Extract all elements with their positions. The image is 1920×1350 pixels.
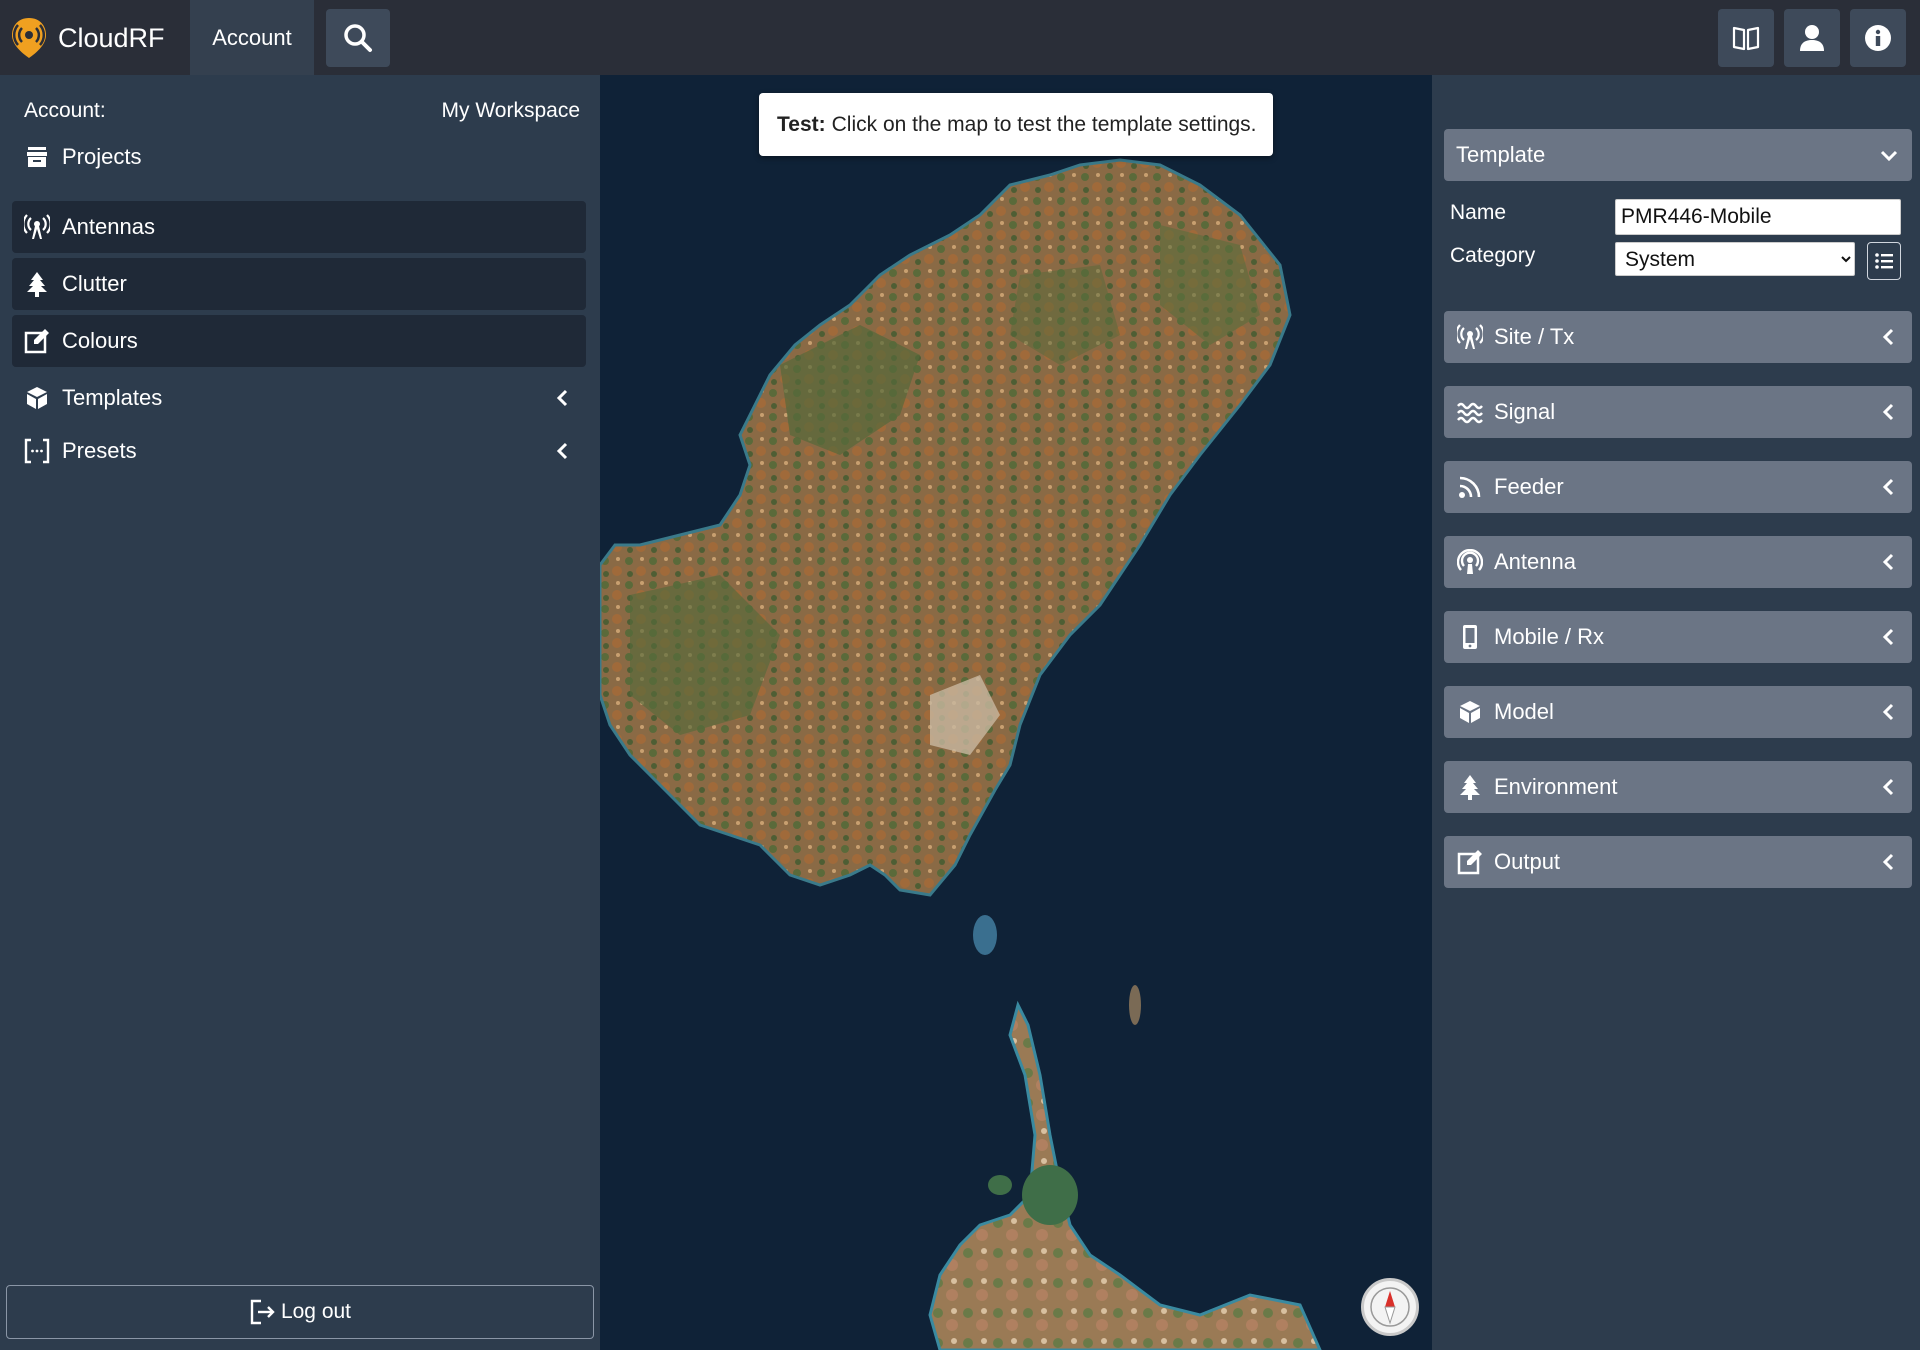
section-antenna[interactable]: Antenna <box>1444 536 1912 588</box>
section-label: Model <box>1494 699 1554 724</box>
edit-square-icon <box>1456 848 1484 876</box>
account-label: Account: <box>24 99 106 122</box>
category-select[interactable]: System <box>1615 242 1855 276</box>
nav-account[interactable]: Account <box>190 0 314 75</box>
info-icon <box>1865 25 1891 51</box>
section-label: Environment <box>1494 774 1618 799</box>
section-mobile-rx[interactable]: Mobile / Rx <box>1444 611 1912 663</box>
brand-name: CloudRF <box>58 22 165 53</box>
toast-title: Test: <box>777 112 826 136</box>
section-signal[interactable]: Signal <box>1444 386 1912 438</box>
sign-out-icon <box>250 1299 275 1325</box>
sidebar-item-label: Antennas <box>62 214 155 239</box>
section-output[interactable]: Output <box>1444 836 1912 888</box>
sidebar-item-label: Clutter <box>62 271 127 296</box>
section-environment[interactable]: Environment <box>1444 761 1912 813</box>
template-header-label: Template <box>1456 142 1546 167</box>
section-feeder[interactable]: Feeder <box>1444 461 1912 513</box>
cube-icon <box>1456 698 1484 726</box>
book-icon <box>1732 26 1760 51</box>
sidebar-item-colours[interactable]: Colours <box>12 315 586 367</box>
rss-icon <box>1456 473 1484 501</box>
chevron-left-icon <box>1882 628 1894 646</box>
sidebar-item-label: Presets <box>62 438 137 463</box>
category-list-button[interactable] <box>1867 242 1901 280</box>
chevron-left-icon <box>1882 778 1894 796</box>
name-label: Name <box>1450 201 1507 224</box>
brackets-icon <box>24 438 50 464</box>
cube-icon <box>24 385 50 411</box>
sidebar-item-projects[interactable]: Projects <box>12 131 586 183</box>
satellite-map-image <box>600 158 1322 1350</box>
toast-text: Click on the map to test the template se… <box>831 112 1257 136</box>
sidebar-item-templates[interactable]: Templates <box>12 372 586 424</box>
search-button[interactable] <box>326 9 390 67</box>
section-label: Mobile / Rx <box>1494 624 1605 649</box>
sidebar-item-clutter[interactable]: Clutter <box>12 258 586 310</box>
section-label: Feeder <box>1494 474 1564 499</box>
map-view[interactable]: Test: Click on the map to test the templ… <box>600 75 1432 1350</box>
compass-button[interactable] <box>1361 1278 1419 1336</box>
mobile-icon <box>1456 623 1484 651</box>
user-button[interactable] <box>1784 9 1840 67</box>
logout-button[interactable]: Log out <box>6 1285 594 1339</box>
chevron-left-icon <box>1882 403 1894 421</box>
top-navbar: CloudRF Account <box>0 0 1920 75</box>
user-icon <box>1800 25 1824 51</box>
compass-icon <box>1370 1287 1410 1327</box>
chevron-left-icon <box>556 442 568 460</box>
edit-square-icon <box>24 328 50 354</box>
section-model[interactable]: Model <box>1444 686 1912 738</box>
logout-label: Log out <box>280 1300 352 1323</box>
chevron-left-icon <box>1882 328 1894 346</box>
test-hint-toast: Test: Click on the map to test the templ… <box>759 93 1273 156</box>
section-label: Antenna <box>1494 549 1576 574</box>
search-icon <box>344 24 372 52</box>
podcast-icon <box>1456 548 1484 576</box>
brand[interactable]: CloudRF <box>10 18 165 58</box>
archive-icon <box>24 144 50 170</box>
section-label: Site / Tx <box>1494 324 1575 349</box>
chevron-left-icon <box>556 389 568 407</box>
sidebar-item-label: Projects <box>62 144 142 169</box>
left-sidebar: Account: My Workspace Projects Antennas … <box>0 75 600 1350</box>
chevron-left-icon <box>1882 853 1894 871</box>
category-label: Category <box>1450 244 1536 267</box>
water-waves-icon <box>1456 398 1484 426</box>
chevron-left-icon <box>1882 703 1894 721</box>
cloudrf-logo-icon <box>12 18 46 58</box>
tree-icon <box>24 271 50 297</box>
template-name-input[interactable] <box>1615 199 1901 235</box>
workspace-name[interactable]: My Workspace <box>442 99 580 123</box>
chevron-down-icon <box>1880 150 1898 162</box>
template-panel: Template Name Category System Site / Tx … <box>1432 75 1920 1350</box>
section-label: Signal <box>1494 399 1556 424</box>
section-site-tx[interactable]: Site / Tx <box>1444 311 1912 363</box>
sidebar-item-label: Colours <box>62 328 138 353</box>
sidebar-item-presets[interactable]: Presets <box>12 425 586 477</box>
docs-button[interactable] <box>1718 9 1774 67</box>
template-accordion-header[interactable]: Template <box>1444 129 1912 181</box>
list-icon <box>1875 253 1893 269</box>
tree-icon <box>1456 773 1484 801</box>
broadcast-tower-icon <box>1456 323 1484 351</box>
info-button[interactable] <box>1850 9 1906 67</box>
sidebar-item-label: Templates <box>62 385 163 410</box>
sidebar-item-antennas[interactable]: Antennas <box>12 201 586 253</box>
broadcast-tower-icon <box>24 214 50 240</box>
section-label: Output <box>1494 849 1561 874</box>
chevron-left-icon <box>1882 478 1894 496</box>
account-row: Account: My Workspace <box>24 99 580 123</box>
chevron-left-icon <box>1882 553 1894 571</box>
